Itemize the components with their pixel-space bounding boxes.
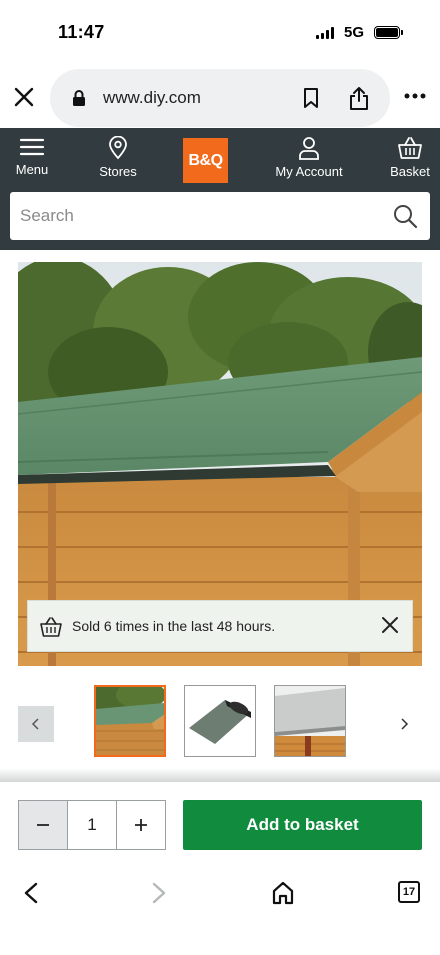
nav-account[interactable]: My Account bbox=[266, 136, 352, 186]
status-bar: 11:47 5G bbox=[0, 0, 440, 64]
hamburger-icon bbox=[19, 138, 45, 156]
network-type: 5G bbox=[344, 24, 365, 41]
url-text: www.diy.com bbox=[103, 88, 201, 107]
thumbnail-felt-roll-image bbox=[185, 686, 255, 756]
quantity-value[interactable]: 1 bbox=[68, 801, 116, 849]
url-field[interactable]: www.diy.com bbox=[50, 69, 390, 127]
site-header: Menu Stores B&Q My Account Basket bbox=[0, 128, 440, 250]
quantity-stepper: 1 bbox=[18, 800, 166, 850]
browser-toolbar: 17 bbox=[0, 868, 440, 955]
plus-icon bbox=[135, 819, 147, 831]
home-icon[interactable] bbox=[272, 881, 294, 905]
nav-account-label: My Account bbox=[275, 164, 343, 179]
search-box bbox=[10, 192, 430, 240]
location-pin-icon bbox=[109, 136, 127, 160]
user-icon bbox=[299, 137, 319, 160]
nav-basket-label: Basket bbox=[390, 164, 430, 179]
divider bbox=[0, 768, 440, 782]
quantity-increase-button[interactable] bbox=[116, 801, 165, 849]
product-image[interactable]: Sold 6 times in the last 48 hours. bbox=[18, 262, 422, 666]
share-icon[interactable] bbox=[348, 85, 370, 111]
add-to-basket-button[interactable]: Add to basket bbox=[183, 800, 422, 850]
thumbnail-roof-closeup-image bbox=[275, 686, 345, 756]
chevron-right-icon bbox=[401, 718, 409, 730]
basket-icon bbox=[398, 137, 422, 159]
tab-count-button[interactable]: 17 bbox=[398, 881, 420, 903]
sold-notice-banner: Sold 6 times in the last 48 hours. bbox=[27, 600, 413, 652]
thumbnail-shed-image bbox=[96, 687, 164, 755]
search-input[interactable] bbox=[10, 192, 380, 240]
nav-stores[interactable]: Stores bbox=[88, 136, 148, 186]
nav-stores-label: Stores bbox=[99, 164, 137, 179]
nav-menu[interactable]: Menu bbox=[6, 136, 58, 186]
quantity-decrease-button[interactable] bbox=[19, 801, 68, 849]
thumbnail-roof-closeup[interactable] bbox=[274, 685, 346, 757]
status-time: 11:47 bbox=[58, 22, 105, 42]
search-icon[interactable] bbox=[392, 203, 418, 229]
bookmark-icon[interactable] bbox=[302, 87, 320, 109]
sold-notice-text: Sold 6 times in the last 48 hours. bbox=[72, 618, 276, 634]
thumbnail-next-button[interactable] bbox=[392, 706, 416, 742]
nav-basket[interactable]: Basket bbox=[384, 136, 436, 186]
thumbnail-prev-button[interactable] bbox=[18, 706, 54, 742]
signal-icon bbox=[316, 27, 334, 39]
bq-logo[interactable]: B&Q bbox=[183, 138, 228, 183]
purchase-bar: 1 Add to basket bbox=[0, 782, 440, 868]
minus-icon bbox=[37, 824, 49, 826]
lock-icon bbox=[73, 90, 85, 106]
thumbnail-shed[interactable] bbox=[94, 685, 166, 757]
browser-address-bar: www.diy.com bbox=[0, 64, 440, 128]
chevron-left-icon bbox=[31, 718, 39, 730]
forward-icon[interactable] bbox=[148, 882, 168, 904]
basket-icon bbox=[40, 617, 62, 637]
back-icon[interactable] bbox=[22, 882, 42, 904]
more-icon[interactable] bbox=[404, 93, 426, 99]
thumbnail-felt-roll[interactable] bbox=[184, 685, 256, 757]
close-icon[interactable] bbox=[12, 85, 36, 109]
nav-menu-label: Menu bbox=[15, 162, 49, 177]
battery-icon bbox=[374, 26, 403, 39]
close-icon[interactable] bbox=[380, 615, 400, 635]
